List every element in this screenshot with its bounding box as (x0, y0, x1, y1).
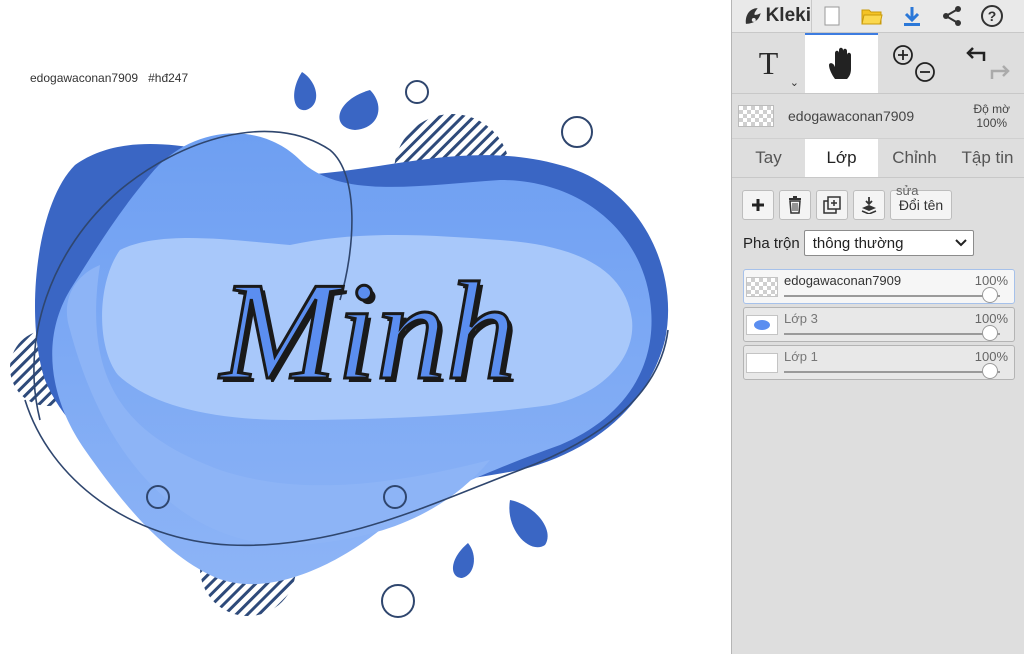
zoom-out-icon[interactable] (914, 62, 935, 82)
ring (381, 584, 415, 618)
layer-thumbnail (746, 277, 778, 297)
history-buttons (951, 33, 1024, 93)
app-logo[interactable]: Kleki (732, 0, 812, 32)
new-file-icon (824, 6, 840, 26)
layer-thumbnail (746, 315, 778, 335)
blend-mode-value: thông thường (812, 234, 904, 252)
open-file-button[interactable] (852, 0, 892, 32)
slider-handle[interactable] (982, 325, 998, 341)
tab-brush[interactable]: Tay (732, 139, 805, 177)
redo-icon[interactable] (990, 65, 1010, 79)
layer-item-signature[interactable]: edogawaconan7909 100% (743, 269, 1015, 304)
hand-tool-button[interactable] (805, 33, 878, 93)
droplet (339, 90, 379, 130)
tool-row: T ⌄ (732, 33, 1024, 94)
text-tool-button[interactable]: T ⌄ (732, 33, 805, 93)
signature: edogawaconan7909 #hđ247 (30, 71, 198, 85)
share-button[interactable] (932, 0, 972, 32)
duplicate-icon (823, 196, 841, 214)
hand-tool-icon (828, 47, 851, 79)
download-button[interactable] (892, 0, 932, 32)
new-file-button[interactable] (812, 0, 852, 32)
rename-label: Đổi tên (898, 197, 944, 213)
zoom-buttons (878, 33, 951, 93)
text-tool-icon: T (758, 44, 779, 81)
panel-tabs: Tay Lớp Chỉnh Tập tin (732, 139, 1024, 178)
blend-mode-row: Pha trộn thông thường (732, 230, 1024, 256)
rename-overlap-text: sửa (896, 183, 919, 198)
svg-text:?: ? (988, 8, 997, 24)
ring (561, 116, 593, 148)
slider-handle[interactable] (982, 287, 998, 303)
layer-thumbnail (746, 353, 778, 373)
delete-layer-button[interactable] (779, 190, 811, 220)
blend-mode-label: Pha trộn (743, 234, 800, 252)
layer-item-layer-3[interactable]: Lớp 3 100% (743, 307, 1015, 342)
help-button[interactable]: ? (972, 0, 1012, 32)
layer-name: edogawaconan7909 (784, 273, 902, 288)
tab-layers[interactable]: Lớp (805, 139, 878, 177)
drawing-canvas[interactable]: Minh Minh edogawaconan7909 #hđ247 (0, 0, 731, 654)
layer-opacity: 100% (974, 349, 1008, 364)
layer-name: Lớp 1 (784, 349, 818, 364)
current-layer-thumbnail (738, 105, 774, 127)
open-folder-icon (861, 9, 883, 25)
chevron-down-icon (955, 239, 967, 247)
layer-opacity-slider[interactable] (784, 325, 1000, 341)
droplet (509, 500, 548, 548)
chevron-down-icon: ⌄ (789, 77, 799, 89)
app-name: Kleki (765, 5, 811, 26)
trash-icon (789, 196, 801, 214)
artwork: Minh Minh (10, 72, 669, 618)
artwork-text: Minh (218, 254, 516, 409)
tab-file[interactable]: Tập tin (951, 139, 1024, 177)
droplet (452, 543, 474, 578)
top-toolbar: Kleki ? (732, 0, 1024, 33)
ring (405, 80, 429, 104)
signature-hashtag: #hđ247 (148, 71, 189, 85)
slider-handle[interactable] (982, 363, 998, 379)
rename-layer-button[interactable]: sửa Đổi tên (890, 183, 952, 220)
plus-icon (752, 199, 764, 211)
layer-item-layer-1[interactable]: Lớp 1 100% (743, 345, 1015, 380)
blend-mode-select[interactable]: thông thường (803, 230, 974, 256)
layer-list: edogawaconan7909 100% Lớp 3 100% Lớp 1 1… (732, 269, 1024, 380)
help-icon: ? (981, 5, 1003, 27)
opacity-label: Độ mờ (973, 102, 1010, 116)
kleki-logo-icon (745, 8, 761, 24)
layer-opacity: 100% (974, 273, 1008, 288)
layer-opacity-slider[interactable] (784, 287, 1000, 303)
tab-edit[interactable]: Chỉnh (878, 139, 951, 177)
signature-name: edogawaconan7909 (30, 71, 139, 85)
share-icon (943, 6, 961, 26)
download-icon (904, 7, 920, 26)
current-layer-info: edogawaconan7909 Độ mờ 100% (732, 94, 1024, 139)
current-layer-opacity: Độ mờ 100% (973, 102, 1010, 130)
duplicate-layer-button[interactable] (816, 190, 848, 220)
layer-name: Lớp 3 (784, 311, 818, 326)
opacity-value: 100% (976, 116, 1008, 130)
merge-layer-button[interactable] (853, 190, 885, 220)
merge-down-icon (861, 197, 877, 214)
droplet (294, 72, 317, 111)
undo-icon[interactable] (965, 47, 985, 61)
add-layer-button[interactable] (742, 190, 774, 220)
layer-opacity: 100% (974, 311, 1008, 326)
side-panel: Kleki ? T ⌄ edogawaconan7909 Độ mờ 100% … (731, 0, 1024, 654)
layer-opacity-slider[interactable] (784, 363, 1000, 379)
layer-actions: sửa Đổi tên (732, 183, 1024, 220)
zoom-in-icon[interactable] (892, 45, 913, 65)
current-layer-name: edogawaconan7909 (788, 108, 915, 124)
